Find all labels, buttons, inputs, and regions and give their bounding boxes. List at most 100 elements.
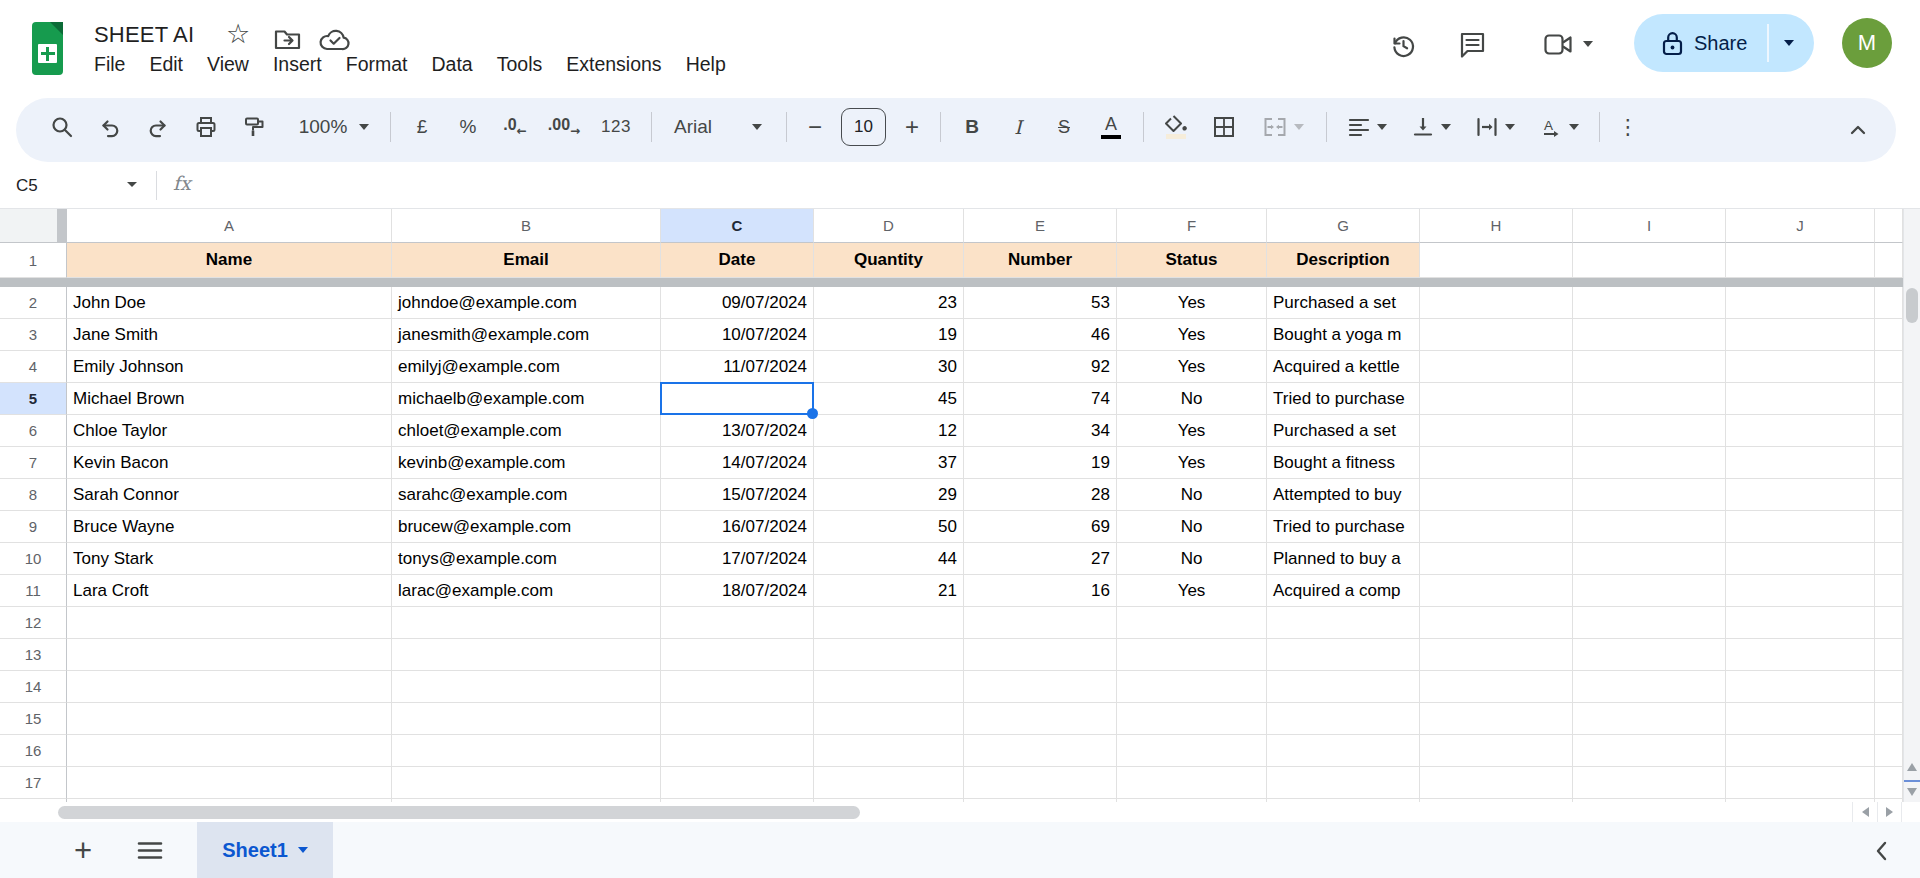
row-header-8[interactable]: 8 <box>0 479 67 511</box>
cell-D5[interactable]: 45 <box>814 383 964 415</box>
cell-A10[interactable]: Tony Stark <box>67 543 392 575</box>
cell-D13[interactable] <box>814 639 964 671</box>
cell-J11[interactable] <box>1726 575 1875 607</box>
cell-A7[interactable]: Kevin Bacon <box>67 447 392 479</box>
column-header-D[interactable]: D <box>814 209 964 243</box>
cell-E10[interactable]: 27 <box>964 543 1117 575</box>
cell-C16[interactable] <box>661 735 814 767</box>
cell-I6[interactable] <box>1573 415 1726 447</box>
cell-H14[interactable] <box>1420 671 1573 703</box>
cell-G10[interactable]: Planned to buy a <box>1267 543 1420 575</box>
cell-J14[interactable] <box>1726 671 1875 703</box>
cell-F11[interactable]: Yes <box>1117 575 1267 607</box>
cell-D16[interactable] <box>814 735 964 767</box>
redo-icon[interactable] <box>134 107 182 147</box>
cell-A4[interactable]: Emily Johnson <box>67 351 392 383</box>
cell-E6[interactable]: 34 <box>964 415 1117 447</box>
cell-F7[interactable]: Yes <box>1117 447 1267 479</box>
sheet-tab-sheet1[interactable]: Sheet1 <box>197 822 333 878</box>
cell-B14[interactable] <box>392 671 661 703</box>
cell-A6[interactable]: Chloe Taylor <box>67 415 392 447</box>
cell-G11[interactable]: Acquired a comp <box>1267 575 1420 607</box>
cell-I16[interactable] <box>1573 735 1726 767</box>
cell-C6[interactable]: 13/07/2024 <box>661 415 814 447</box>
cell-I3[interactable] <box>1573 319 1726 351</box>
cell-D9[interactable]: 50 <box>814 511 964 543</box>
share-caret-icon[interactable] <box>1784 40 1794 46</box>
cell-I14[interactable] <box>1573 671 1726 703</box>
cell-C4[interactable]: 11/07/2024 <box>661 351 814 383</box>
row-header-10[interactable]: 10 <box>0 543 67 575</box>
font-selector[interactable]: Arial <box>660 116 778 138</box>
cell-G15[interactable] <box>1267 703 1420 735</box>
cell-J13[interactable] <box>1726 639 1875 671</box>
undo-icon[interactable] <box>86 107 134 147</box>
cell-D15[interactable] <box>814 703 964 735</box>
cloud-status-icon[interactable] <box>318 28 351 51</box>
video-call-icon[interactable] <box>1544 34 1573 55</box>
cell-I7[interactable] <box>1573 447 1726 479</box>
cell-I8[interactable] <box>1573 479 1726 511</box>
cell-B8[interactable]: sarahc@example.com <box>392 479 661 511</box>
text-wrap-button[interactable] <box>1463 107 1527 147</box>
cell-C7[interactable]: 14/07/2024 <box>661 447 814 479</box>
cell-C11[interactable]: 18/07/2024 <box>661 575 814 607</box>
cell-I4[interactable] <box>1573 351 1726 383</box>
cell-D17[interactable] <box>814 767 964 799</box>
cell-F6[interactable]: Yes <box>1117 415 1267 447</box>
cell-C8[interactable]: 15/07/2024 <box>661 479 814 511</box>
cell-G9[interactable]: Tried to purchase <box>1267 511 1420 543</box>
share-button[interactable]: Share <box>1634 14 1814 72</box>
cell-J16[interactable] <box>1726 735 1875 767</box>
cell-F14[interactable] <box>1117 671 1267 703</box>
cell-I9[interactable] <box>1573 511 1726 543</box>
cell-G14[interactable] <box>1267 671 1420 703</box>
cell-I15[interactable] <box>1573 703 1726 735</box>
avatar[interactable]: M <box>1842 18 1892 68</box>
row-header-15[interactable]: 15 <box>0 703 67 735</box>
cell-H7[interactable] <box>1420 447 1573 479</box>
cell-A11[interactable]: Lara Croft <box>67 575 392 607</box>
cell-B7[interactable]: kevinb@example.com <box>392 447 661 479</box>
vertical-scrollbar-thumb[interactable] <box>1906 288 1918 323</box>
row-header-4[interactable]: 4 <box>0 351 67 383</box>
cell-J17[interactable] <box>1726 767 1875 799</box>
cell-A2[interactable]: John Doe <box>67 287 392 319</box>
cell-G3[interactable]: Bought a yoga m <box>1267 319 1420 351</box>
cell-E5[interactable]: 74 <box>964 383 1117 415</box>
cell-H9[interactable] <box>1420 511 1573 543</box>
cell-E3[interactable]: 46 <box>964 319 1117 351</box>
cell-H17[interactable] <box>1420 767 1573 799</box>
percent-format-button[interactable]: % <box>445 107 491 147</box>
cell-B5[interactable]: michaelb@example.com <box>392 383 661 415</box>
cell-C15[interactable] <box>661 703 814 735</box>
cell-E14[interactable] <box>964 671 1117 703</box>
decrease-decimal-button[interactable]: .0← <box>491 107 539 147</box>
cell-J8[interactable] <box>1726 479 1875 511</box>
cell-G8[interactable]: Attempted to buy <box>1267 479 1420 511</box>
video-call-caret-icon[interactable] <box>1583 41 1593 47</box>
name-box[interactable]: C5 <box>16 176 38 196</box>
sheet-tab-caret-icon[interactable] <box>298 847 308 853</box>
header-cell-email[interactable]: Email <box>392 243 661 278</box>
decrease-font-size-button[interactable]: − <box>795 107 835 147</box>
cell-B10[interactable]: tonys@example.com <box>392 543 661 575</box>
cell-A15[interactable] <box>67 703 392 735</box>
scroll-left-icon[interactable] <box>1852 802 1877 822</box>
cell-J15[interactable] <box>1726 703 1875 735</box>
cell-E2[interactable]: 53 <box>964 287 1117 319</box>
cell-B11[interactable]: larac@example.com <box>392 575 661 607</box>
cell-E17[interactable] <box>964 767 1117 799</box>
cell-G5[interactable]: Tried to purchase <box>1267 383 1420 415</box>
menu-data[interactable]: Data <box>420 50 485 78</box>
cell-C9[interactable]: 16/07/2024 <box>661 511 814 543</box>
header-cell-description[interactable]: Description <box>1267 243 1420 278</box>
cell-F9[interactable]: No <box>1117 511 1267 543</box>
cell-G16[interactable] <box>1267 735 1420 767</box>
column-header-F[interactable]: F <box>1117 209 1267 243</box>
cell-J3[interactable] <box>1726 319 1875 351</box>
cell-D10[interactable]: 44 <box>814 543 964 575</box>
strikethrough-button[interactable]: S <box>1041 107 1087 147</box>
cell-A12[interactable] <box>67 607 392 639</box>
menu-help[interactable]: Help <box>674 50 738 78</box>
